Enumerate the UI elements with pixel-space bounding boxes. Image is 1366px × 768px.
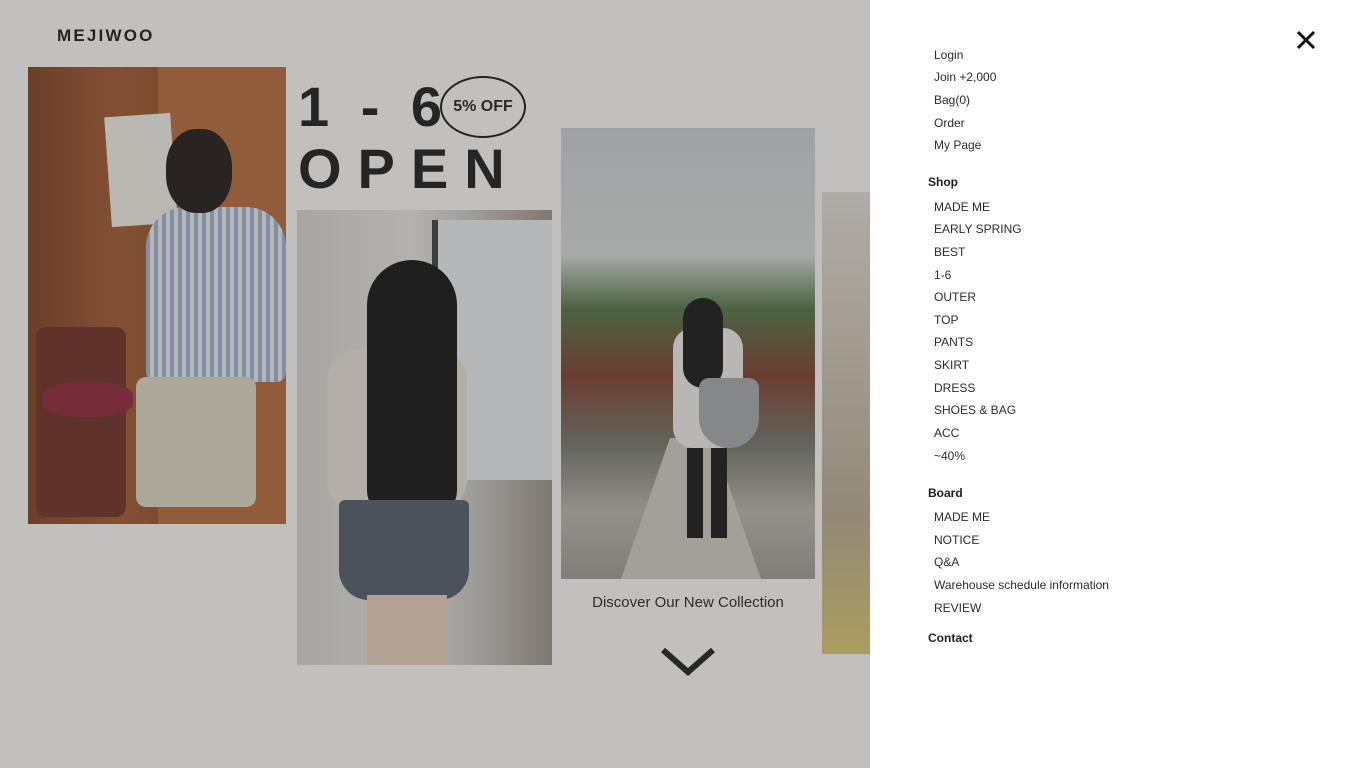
menu-board-made-me[interactable]: MADE ME xyxy=(934,509,990,525)
menu-shop-skirt[interactable]: SKIRT xyxy=(934,357,969,373)
close-icon[interactable] xyxy=(1294,28,1318,52)
menu-shop-pants[interactable]: PANTS xyxy=(934,334,973,350)
menu-board-review[interactable]: REVIEW xyxy=(934,600,981,616)
menu-bag[interactable]: Bag(0) xyxy=(934,92,970,108)
menu-shop-early-spring[interactable]: EARLY SPRING xyxy=(934,221,1022,237)
menu-my-page[interactable]: My Page xyxy=(934,137,981,153)
menu-shop-made-me[interactable]: MADE ME xyxy=(934,199,990,215)
background-page: MEJIWOO 1 - 6 OPEN 5% OFF Discover Our N… xyxy=(0,0,870,768)
menu-heading-contact[interactable]: Contact xyxy=(928,630,973,646)
menu-heading-shop[interactable]: Shop xyxy=(928,174,958,190)
menu-shop-1-6[interactable]: 1-6 xyxy=(934,267,951,283)
menu-board-warehouse[interactable]: Warehouse schedule information xyxy=(934,577,1109,593)
menu-join[interactable]: Join +2,000 xyxy=(934,69,996,85)
menu-shop-acc[interactable]: ACC xyxy=(934,425,959,441)
menu-login[interactable]: Login xyxy=(934,47,963,63)
menu-heading-board[interactable]: Board xyxy=(928,485,963,501)
menu-shop-best[interactable]: BEST xyxy=(934,244,965,260)
menu-board-notice[interactable]: NOTICE xyxy=(934,532,979,548)
menu-shop-sale[interactable]: ~40% xyxy=(934,448,965,464)
page-dim-overlay[interactable] xyxy=(0,0,870,768)
menu-order[interactable]: Order xyxy=(934,115,965,131)
menu-shop-dress[interactable]: DRESS xyxy=(934,380,975,396)
menu-shop-outer[interactable]: OUTER xyxy=(934,289,976,305)
menu-board-qa[interactable]: Q&A xyxy=(934,554,959,570)
menu-shop-shoes-bag[interactable]: SHOES & BAG xyxy=(934,402,1016,418)
menu-shop-top[interactable]: TOP xyxy=(934,312,958,328)
